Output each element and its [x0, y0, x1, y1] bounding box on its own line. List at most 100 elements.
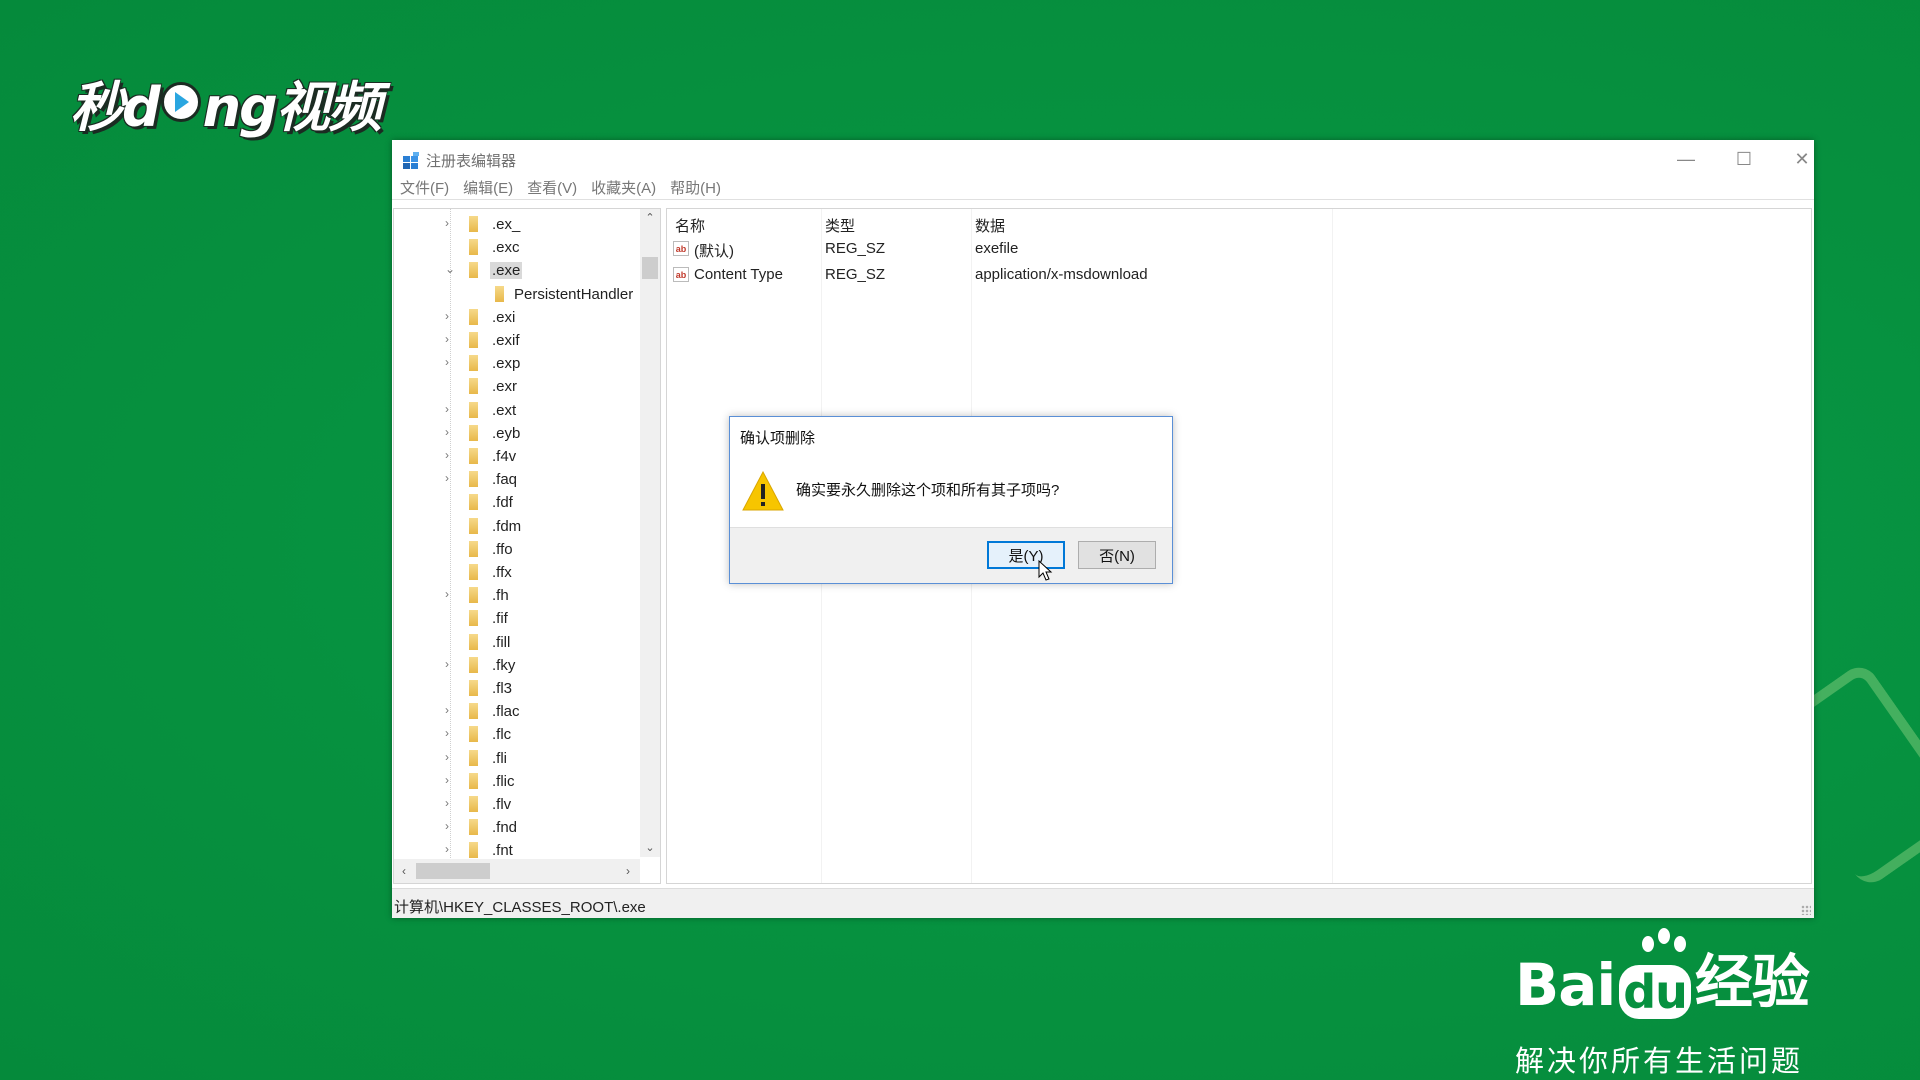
- tree-item-label: .ex_: [492, 216, 521, 233]
- chevron-right-icon[interactable]: ›: [445, 471, 457, 485]
- mouse-cursor-icon: [1038, 560, 1053, 581]
- chevron-right-icon: [445, 634, 457, 648]
- scroll-right-icon[interactable]: ›: [618, 862, 638, 880]
- dialog-footer: 是(Y) 否(N): [730, 527, 1172, 583]
- scroll-left-icon[interactable]: ‹: [394, 862, 414, 880]
- tree-item-label: .exc: [492, 239, 520, 257]
- chevron-right-icon[interactable]: ›: [445, 425, 457, 439]
- baidu-logo-suffix: 经验: [1694, 948, 1810, 1016]
- tree-item[interactable]: › .ext: [394, 399, 640, 422]
- registry-tree[interactable]: › .ex_ .exc ⌄ .exe PersistentHandler › .exi › .ex…: [393, 208, 661, 884]
- tree-item[interactable]: PersistentHandler: [394, 283, 640, 306]
- tree-horizontal-scrollbar[interactable]: ‹ ›: [394, 859, 640, 883]
- tree-item[interactable]: › .eyb: [394, 422, 640, 445]
- tree-item[interactable]: › .fli: [394, 747, 640, 770]
- tree-item[interactable]: › .flc: [394, 723, 640, 746]
- menu-view[interactable]: 查看(V): [527, 177, 577, 198]
- tree-item[interactable]: .fl3: [394, 677, 640, 700]
- no-button[interactable]: 否(N): [1078, 541, 1156, 569]
- regedit-icon: [403, 152, 419, 169]
- tree-item[interactable]: .fdf: [394, 491, 640, 514]
- chevron-right-icon[interactable]: ›: [445, 819, 457, 833]
- brand-logo-text-left: 秒d: [70, 75, 161, 139]
- menu-edit[interactable]: 编辑(E): [463, 177, 513, 198]
- list-row[interactable]: ab Content Type REG_SZ application/x-msd…: [667, 263, 1267, 287]
- chevron-right-icon[interactable]: ›: [445, 309, 457, 323]
- column-header-data[interactable]: 数据: [975, 215, 1005, 236]
- chevron-right-icon[interactable]: ›: [445, 726, 457, 740]
- tree-item[interactable]: › .flic: [394, 770, 640, 793]
- tree-item[interactable]: › .faq: [394, 468, 640, 491]
- chevron-down-icon[interactable]: ⌄: [445, 262, 457, 276]
- tree-item[interactable]: › .fh: [394, 584, 640, 607]
- chevron-right-icon[interactable]: ›: [445, 448, 457, 462]
- tree-item[interactable]: › .fnd: [394, 816, 640, 839]
- chevron-right-icon[interactable]: ›: [445, 216, 457, 230]
- folder-icon: [469, 726, 478, 743]
- warning-icon: [742, 471, 784, 511]
- chevron-right-icon[interactable]: ›: [445, 750, 457, 764]
- tree-item-label: PersistentHandler: [514, 285, 634, 303]
- tree-item[interactable]: .exc: [394, 236, 640, 259]
- chevron-right-icon: [445, 239, 457, 253]
- tree-item-label: .ext: [492, 401, 517, 419]
- tree-item[interactable]: › .flv: [394, 793, 640, 816]
- chevron-right-icon[interactable]: ›: [445, 332, 457, 346]
- tree-item-label: .fnd: [492, 819, 518, 837]
- tree-item[interactable]: .ffx: [394, 561, 640, 584]
- baidu-slogan: 解决你所有生活问题: [1515, 1044, 1804, 1078]
- minimize-button[interactable]: —: [1663, 144, 1709, 174]
- scroll-down-icon[interactable]: ⌄: [640, 839, 660, 857]
- folder-icon: [469, 842, 478, 859]
- confirm-delete-dialog: 确认项删除 确实要永久删除这个项和所有其子项吗? 是(Y) 否(N): [729, 416, 1173, 584]
- tree-item[interactable]: .fif: [394, 607, 640, 630]
- tree-item-label: .ffo: [492, 540, 513, 558]
- folder-icon: [469, 819, 478, 836]
- menu-help[interactable]: 帮助(H): [670, 177, 721, 198]
- list-row[interactable]: ab (默认) REG_SZ exefile: [667, 237, 1267, 261]
- tree-item[interactable]: .ffo: [394, 538, 640, 561]
- chevron-right-icon[interactable]: ›: [445, 402, 457, 416]
- scroll-up-icon[interactable]: ⌃: [640, 209, 660, 227]
- tree-item[interactable]: › .f4v: [394, 445, 640, 468]
- folder-icon: [469, 564, 478, 580]
- chevron-right-icon[interactable]: ›: [445, 703, 457, 717]
- chevron-right-icon[interactable]: ›: [445, 587, 457, 601]
- tree-item[interactable]: .fill: [394, 631, 640, 654]
- tree-item[interactable]: .fdm: [394, 515, 640, 538]
- resize-grip[interactable]: [1801, 905, 1811, 915]
- tree-item[interactable]: › .exi: [394, 306, 640, 329]
- scroll-thumb[interactable]: [642, 257, 658, 279]
- tree-vertical-scrollbar[interactable]: ⌃ ⌄: [640, 209, 660, 857]
- chevron-right-icon[interactable]: ›: [445, 842, 457, 856]
- no-button-label: 否(N): [1099, 547, 1135, 565]
- tree-item[interactable]: › .ex_: [394, 213, 640, 236]
- tree-item-label: .exr: [492, 378, 518, 396]
- chevron-right-icon[interactable]: ›: [445, 773, 457, 787]
- tree-item[interactable]: › .exp: [394, 352, 640, 375]
- chevron-right-icon[interactable]: ›: [445, 355, 457, 369]
- title-bar[interactable]: 注册表编辑器 — ☐ ✕: [392, 140, 1814, 176]
- tree-item[interactable]: .exr: [394, 375, 640, 398]
- maximize-button[interactable]: ☐: [1721, 144, 1767, 174]
- folder-icon: [469, 494, 478, 511]
- tree-item[interactable]: › .exif: [394, 329, 640, 352]
- chevron-right-icon: [445, 610, 457, 624]
- column-header-name[interactable]: 名称: [675, 215, 705, 236]
- menu-file[interactable]: 文件(F): [400, 177, 449, 198]
- baidu-logo-paw-text: du: [1619, 965, 1691, 1019]
- tree-item[interactable]: ⌄ .exe: [394, 259, 640, 282]
- tree-item-label: .fl3: [492, 680, 513, 697]
- folder-icon: [469, 332, 478, 348]
- chevron-right-icon[interactable]: ›: [445, 657, 457, 671]
- close-button[interactable]: ✕: [1779, 144, 1825, 174]
- tree-item[interactable]: › .flac: [394, 700, 640, 723]
- menu-favorites[interactable]: 收藏夹(A): [591, 177, 656, 198]
- scroll-thumb[interactable]: [416, 863, 490, 879]
- folder-icon: [469, 355, 478, 372]
- column-header-type[interactable]: 类型: [825, 215, 855, 236]
- play-icon: [160, 82, 201, 122]
- chevron-right-icon[interactable]: ›: [445, 796, 457, 810]
- folder-icon: [469, 610, 478, 627]
- tree-item[interactable]: › .fky: [394, 654, 640, 677]
